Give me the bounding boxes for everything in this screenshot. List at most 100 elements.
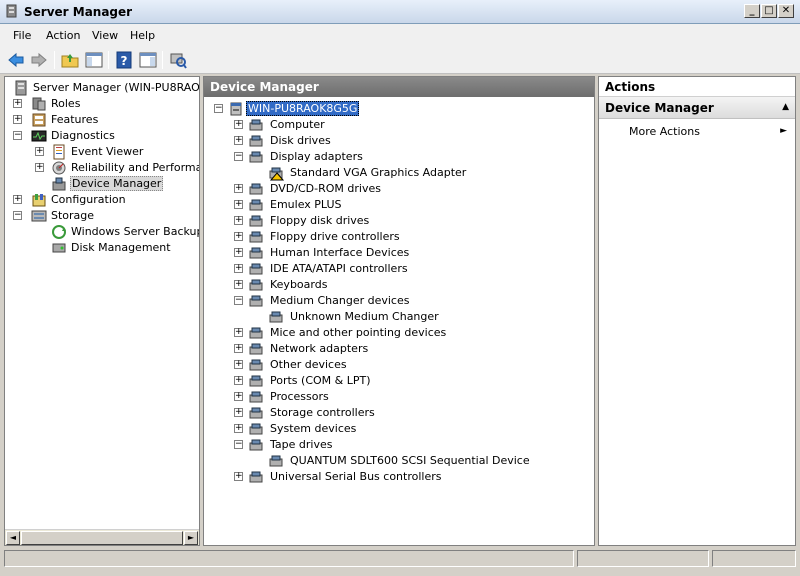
- device-icon: [249, 359, 263, 371]
- expand-toggle[interactable]: +: [234, 184, 243, 193]
- collapse-arrow-icon[interactable]: ▲: [782, 102, 789, 112]
- device-icon: [269, 311, 283, 323]
- device-label: System devices: [270, 422, 357, 435]
- scroll-right-button[interactable]: ►: [184, 531, 198, 545]
- menu-file[interactable]: File: [13, 29, 31, 42]
- tree-label: Diagnostics: [51, 129, 115, 142]
- help-icon[interactable]: ?: [114, 50, 134, 70]
- tree-label: Device Manager: [70, 176, 164, 191]
- device-label: Human Interface Devices: [270, 246, 410, 259]
- expand-toggle[interactable]: +: [234, 216, 243, 225]
- storage-icon: [31, 210, 47, 222]
- device-label: Keyboards: [270, 278, 328, 291]
- scroll-left-button[interactable]: ◄: [6, 531, 20, 545]
- scroll-thumb[interactable]: [21, 531, 183, 545]
- actions-section-label: Device Manager: [605, 101, 714, 115]
- up-folder-icon[interactable]: [60, 50, 80, 70]
- expand-toggle[interactable]: +: [13, 115, 22, 124]
- device-icon: [249, 295, 263, 307]
- device-icon: [249, 183, 263, 195]
- actions-section-device-manager[interactable]: Device Manager ▲: [599, 97, 795, 119]
- console-tree-pane[interactable]: Server Manager (WIN-PU8RAOK8G + Roles + …: [4, 76, 200, 546]
- expand-toggle[interactable]: +: [234, 328, 243, 337]
- expand-toggle[interactable]: +: [13, 195, 22, 204]
- expand-toggle[interactable]: +: [234, 120, 243, 129]
- device-icon: [249, 231, 263, 243]
- expand-toggle[interactable]: +: [234, 248, 243, 257]
- device-label: Emulex PLUS: [270, 198, 342, 211]
- device-label: Tape drives: [270, 438, 333, 451]
- device-warning-icon: [269, 167, 284, 181]
- device-manager-pane[interactable]: Device Manager − WIN-PU8RAOK8G5G + Computer…: [203, 76, 595, 546]
- collapse-toggle[interactable]: −: [234, 296, 243, 305]
- device-label: Medium Changer devices: [270, 294, 410, 307]
- device-label: Floppy disk drives: [270, 214, 370, 227]
- event-viewer-icon: [53, 144, 65, 160]
- computer-icon: [230, 102, 242, 116]
- device-label: IDE ATA/ATAPI controllers: [270, 262, 408, 275]
- device-icon: [249, 375, 263, 387]
- device-icon: [249, 391, 263, 403]
- expand-toggle[interactable]: +: [234, 136, 243, 145]
- expand-toggle[interactable]: +: [234, 232, 243, 241]
- device-icon: [249, 247, 263, 259]
- show-hide-tree-icon[interactable]: [84, 50, 104, 70]
- diagnostics-icon: [31, 130, 47, 142]
- device-label: Mice and other pointing devices: [270, 326, 447, 339]
- expand-toggle[interactable]: +: [234, 392, 243, 401]
- expand-toggle[interactable]: +: [234, 472, 243, 481]
- collapse-toggle[interactable]: −: [13, 211, 22, 220]
- reliability-icon: [52, 161, 66, 175]
- tree-label: Disk Management: [71, 241, 171, 254]
- expand-toggle[interactable]: +: [234, 408, 243, 417]
- roles-icon: [32, 97, 46, 111]
- expand-toggle[interactable]: +: [234, 344, 243, 353]
- menu-help[interactable]: Help: [130, 29, 155, 42]
- device-icon: [249, 327, 263, 339]
- expand-toggle[interactable]: +: [13, 99, 22, 108]
- close-button[interactable]: ✕: [778, 4, 794, 18]
- show-hide-action-icon[interactable]: [138, 50, 158, 70]
- status-panel-3: [712, 550, 796, 567]
- device-icon: [249, 343, 263, 355]
- window-title: Server Manager: [24, 5, 133, 19]
- device-icon: [249, 151, 263, 163]
- horizontal-scrollbar[interactable]: ◄ ►: [5, 529, 199, 545]
- scan-hardware-icon[interactable]: [168, 50, 188, 70]
- submenu-arrow-icon: ►: [780, 126, 787, 136]
- device-icon: [249, 263, 263, 275]
- menu-view[interactable]: View: [92, 29, 118, 42]
- expand-toggle[interactable]: +: [234, 280, 243, 289]
- expand-toggle[interactable]: +: [234, 200, 243, 209]
- tree-label: Server Manager (WIN-PU8RAOK8G: [33, 81, 200, 94]
- pane-header: Device Manager: [204, 77, 594, 97]
- device-icon: [249, 199, 263, 211]
- server-icon: [15, 80, 27, 96]
- menu-action[interactable]: Action: [46, 29, 80, 42]
- collapse-toggle[interactable]: −: [13, 131, 22, 140]
- status-panel-main: [4, 550, 574, 567]
- maximize-button[interactable]: □: [761, 4, 777, 18]
- collapse-toggle[interactable]: −: [234, 440, 243, 449]
- tree-label: Reliability and Performance: [71, 161, 199, 174]
- expand-toggle[interactable]: +: [35, 147, 44, 156]
- tree-label: Configuration: [51, 193, 126, 206]
- device-manager-icon: [52, 177, 66, 191]
- expand-toggle[interactable]: +: [234, 360, 243, 369]
- minimize-button[interactable]: _: [744, 4, 760, 18]
- expand-toggle[interactable]: +: [234, 376, 243, 385]
- svg-text:?: ?: [121, 54, 128, 68]
- back-arrow-icon[interactable]: [6, 50, 26, 70]
- more-actions-link[interactable]: More Actions: [629, 125, 700, 138]
- expand-toggle[interactable]: +: [234, 264, 243, 273]
- device-icon: [249, 279, 263, 291]
- expand-toggle[interactable]: +: [35, 163, 44, 172]
- device-icon: [249, 423, 263, 435]
- forward-arrow-icon[interactable]: [29, 50, 49, 70]
- device-label: DVD/CD-ROM drives: [270, 182, 381, 195]
- device-icon: [249, 215, 263, 227]
- collapse-toggle[interactable]: −: [234, 152, 243, 161]
- expand-toggle[interactable]: +: [234, 424, 243, 433]
- collapse-toggle[interactable]: −: [214, 104, 223, 113]
- device-label: Floppy drive controllers: [270, 230, 400, 243]
